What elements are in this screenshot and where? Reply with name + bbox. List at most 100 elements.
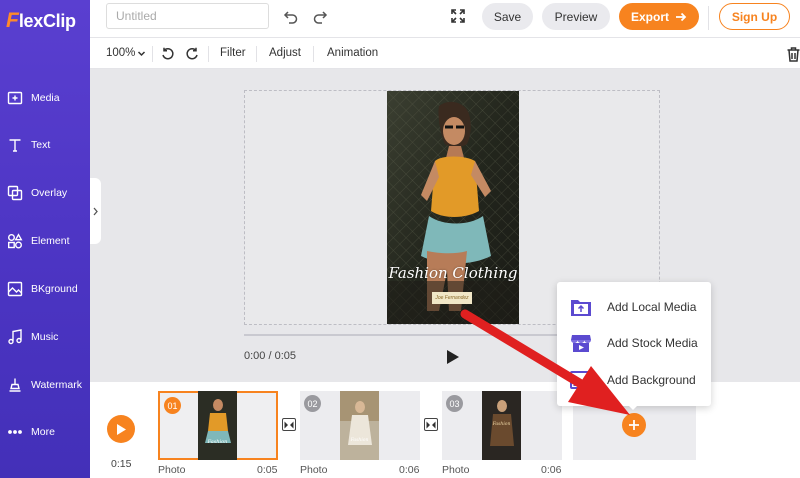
timeline-clip-3[interactable]: 03 Fashion — [442, 391, 562, 460]
sidebar: FlexClip Media Text Overlay Element BKgr… — [0, 0, 90, 478]
sign-up-button[interactable]: Sign Up — [719, 3, 790, 30]
sidebar-item-label: Watermark — [31, 379, 82, 391]
menu-item-add-stock-media[interactable]: Add Stock Media — [557, 326, 711, 360]
menu-item-label: Add Background — [607, 373, 696, 387]
timeline-clip-2[interactable]: 02 Fashion — [300, 391, 420, 460]
adjust-button[interactable]: Adjust — [269, 47, 301, 59]
sidebar-item-text[interactable]: Text — [6, 133, 90, 157]
clip-thumbnail: Fashion — [198, 391, 237, 460]
play-icon — [117, 423, 126, 435]
sidebar-item-label: Music — [31, 331, 59, 343]
transition-button[interactable] — [424, 418, 438, 431]
clip-thumbnail: Fashion — [482, 391, 521, 460]
transition-icon — [284, 421, 294, 428]
upload-folder-icon — [569, 295, 593, 319]
export-button[interactable]: Export — [619, 3, 699, 30]
playback-time: 0:00 / 0:05 — [244, 350, 296, 362]
menu-item-add-background[interactable]: Add Background — [557, 363, 711, 397]
play-icon — [447, 350, 459, 364]
rotate-left-button[interactable] — [160, 46, 175, 61]
add-media-menu: Add Local Media Add Stock Media Add Back… — [557, 282, 711, 406]
divider — [208, 46, 209, 62]
export-label: Export — [630, 9, 669, 24]
clip-type: Photo — [158, 464, 186, 476]
scene-photo[interactable]: Fashion Clothing Joe Fernandez — [387, 91, 519, 324]
animation-button[interactable]: Animation — [327, 47, 378, 59]
transition-button[interactable] — [282, 418, 296, 431]
sidebar-item-media[interactable]: Media — [6, 86, 90, 110]
undo-button[interactable] — [282, 8, 300, 26]
clip-type: Photo — [300, 464, 328, 476]
canvas-play-button[interactable] — [446, 349, 460, 370]
divider — [313, 46, 314, 62]
delete-button[interactable] — [786, 46, 800, 62]
redo-icon — [313, 11, 328, 24]
divider — [708, 6, 709, 30]
overlay-icon — [6, 184, 24, 202]
background-icon — [6, 280, 24, 298]
edit-toolbar: 100% Filter Adjust Animation — [90, 38, 800, 69]
sidebar-item-label: BKground — [31, 283, 78, 295]
sidebar-item-watermark[interactable]: Watermark — [6, 373, 90, 397]
menu-pointer — [626, 403, 640, 410]
overlay-tag-text[interactable]: Joe Fernandez — [432, 292, 472, 304]
rotate-right-icon — [185, 47, 198, 59]
timeline-clip-1[interactable]: 01 Fashion — [158, 391, 278, 460]
text-icon — [6, 136, 24, 154]
total-duration: 0:15 — [111, 458, 132, 470]
clip-type: Photo — [442, 464, 470, 476]
top-bar: Save Preview Export Sign Up — [90, 0, 800, 38]
timeline-play-button[interactable] — [107, 415, 135, 443]
logo-text: lexClip — [18, 10, 76, 31]
divider — [256, 46, 257, 62]
divider — [152, 46, 153, 62]
flexclip-logo[interactable]: FlexClip — [6, 8, 76, 34]
project-title-input[interactable] — [106, 3, 269, 29]
sidebar-item-label: Media — [31, 92, 60, 104]
zoom-select[interactable]: 100% — [106, 47, 146, 59]
clip-duration: 0:05 — [257, 464, 278, 476]
overlay-title-text[interactable]: Fashion Clothing — [387, 264, 519, 282]
clip-thumbnail: Fashion — [340, 391, 379, 460]
fashion-model-photo — [387, 91, 519, 324]
svg-text:Fashion: Fashion — [207, 439, 228, 445]
undo-icon — [283, 11, 298, 24]
sidebar-item-label: Element — [31, 235, 70, 247]
plus-icon — [629, 420, 639, 430]
stock-store-icon — [569, 331, 593, 355]
more-icon — [6, 423, 24, 441]
clip-number: 03 — [446, 395, 463, 412]
sidebar-item-label: Text — [31, 139, 51, 151]
clip-duration: 0:06 — [541, 464, 562, 476]
watermark-icon — [6, 376, 24, 394]
sidebar-item-element[interactable]: Element — [6, 229, 90, 253]
fullscreen-button[interactable] — [450, 8, 466, 24]
music-icon — [6, 328, 24, 346]
clip-number: 02 — [304, 395, 321, 412]
rotate-right-button[interactable] — [184, 46, 199, 61]
svg-text:Fashion: Fashion — [492, 421, 511, 427]
clip-duration: 0:06 — [399, 464, 420, 476]
fullscreen-icon — [451, 9, 465, 23]
sidebar-item-label: More — [31, 426, 55, 438]
menu-item-add-local-media[interactable]: Add Local Media — [557, 290, 711, 324]
zoom-value: 100% — [106, 47, 136, 59]
clip-number: 01 — [164, 397, 181, 414]
rotate-left-icon — [161, 47, 174, 59]
menu-item-label: Add Local Media — [607, 300, 697, 314]
save-button[interactable]: Save — [482, 3, 533, 30]
sidebar-item-more[interactable]: More — [6, 420, 90, 444]
preview-button[interactable]: Preview — [542, 3, 610, 30]
trash-icon — [787, 46, 799, 62]
sidebar-item-overlay[interactable]: Overlay — [6, 181, 90, 205]
redo-button[interactable] — [311, 8, 329, 26]
chevron-down-icon — [138, 50, 146, 56]
sidebar-item-background[interactable]: BKground — [6, 277, 90, 301]
add-scene-button[interactable] — [622, 413, 646, 437]
filter-button[interactable]: Filter — [220, 47, 246, 59]
collapse-sidebar-toggle[interactable] — [90, 178, 101, 244]
logo-initial: F — [6, 9, 19, 32]
svg-text:Fashion: Fashion — [350, 437, 369, 443]
sidebar-item-music[interactable]: Music — [6, 325, 90, 349]
element-icon — [6, 232, 24, 250]
